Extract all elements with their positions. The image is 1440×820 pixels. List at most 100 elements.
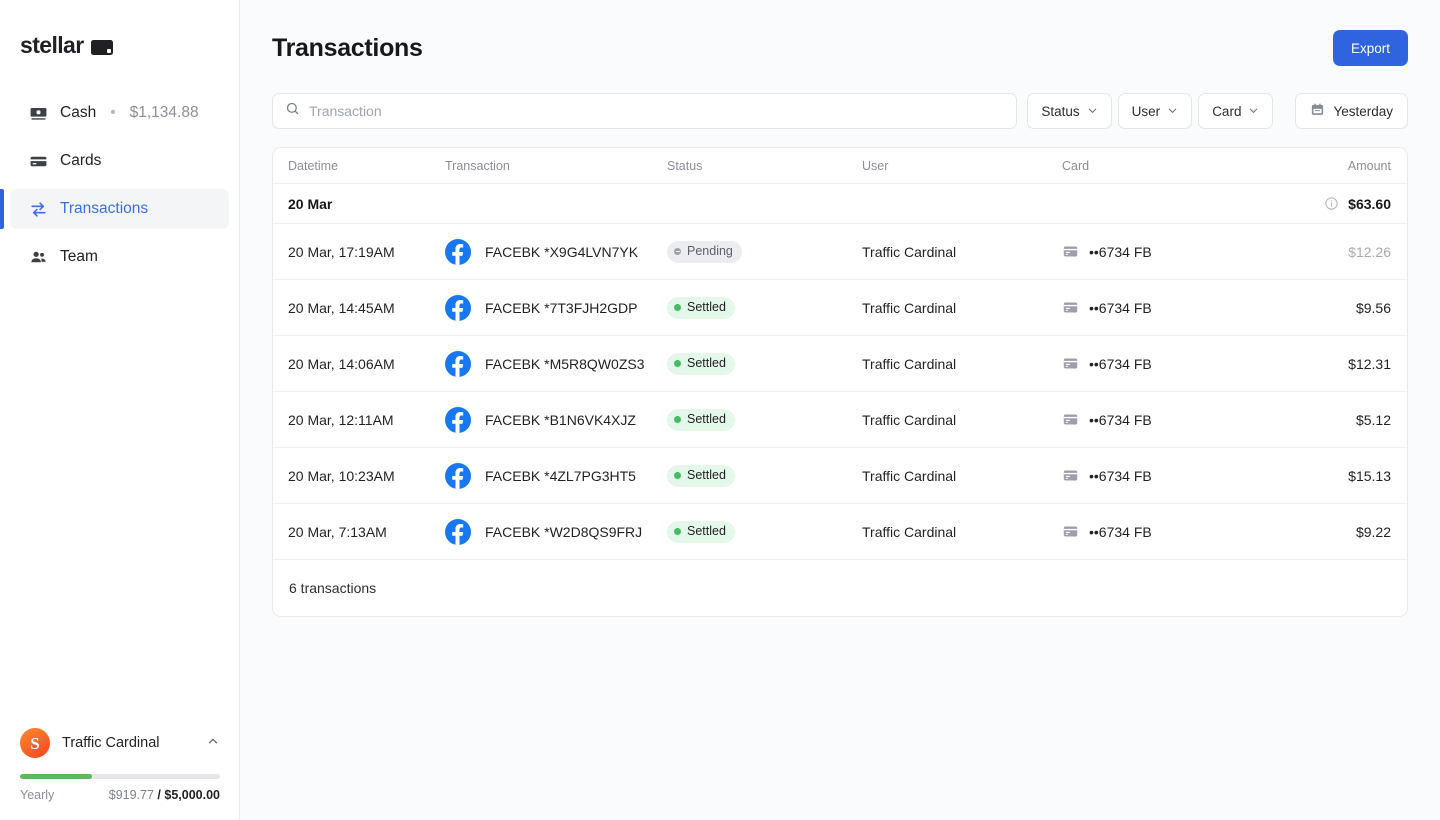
- credit-card-icon: [1062, 523, 1079, 540]
- app-root: stellar Cash • $1,134.88 Cards Transacti…: [0, 0, 1440, 820]
- status-badge: Settled: [667, 520, 735, 543]
- cell-user: Traffic Cardinal: [862, 523, 957, 540]
- search-box[interactable]: [272, 93, 1018, 129]
- sidebar-item-label-cards: Cards: [60, 152, 102, 169]
- filter-status-label: Status: [1041, 103, 1080, 119]
- status-badge: Settled: [667, 352, 735, 375]
- cell-user: Traffic Cardinal: [862, 299, 957, 316]
- date-range-label: Yesterday: [1333, 103, 1393, 119]
- status-label: Settled: [687, 356, 726, 371]
- cell-datetime: 20 Mar, 14:45AM: [288, 299, 395, 316]
- search-icon: [285, 101, 300, 121]
- facebook-icon: [445, 238, 471, 265]
- filter-user-button[interactable]: User: [1117, 93, 1193, 129]
- status-dot-icon: [674, 304, 681, 311]
- filter-user-label: User: [1131, 103, 1161, 119]
- limit-used-value: $919.77: [108, 788, 154, 802]
- card-label: ••6734 FB: [1089, 355, 1152, 372]
- cell-transaction: FACEBK *4ZL7PG3HT5: [433, 462, 667, 489]
- account-panel: S Traffic Cardinal Yearly $919.77 / $5,0…: [0, 728, 240, 820]
- amount-value: $12.26: [1348, 243, 1391, 260]
- status-label: Settled: [687, 300, 726, 315]
- group-date-label: 20 Mar: [288, 195, 333, 212]
- chevron-down-icon: [1087, 104, 1098, 119]
- cell-card: ••6734 FB: [1062, 523, 1277, 540]
- export-button[interactable]: Export: [1332, 30, 1408, 66]
- amount-value: $5.12: [1355, 411, 1391, 428]
- column-header-status: Status: [667, 158, 703, 173]
- status-badge: Pending: [667, 240, 742, 263]
- limit-values: $919.77 / $5,000.00: [109, 788, 220, 802]
- cell-amount: $9.56: [1277, 300, 1407, 316]
- cell-status: Settled: [667, 352, 862, 375]
- card-label: ••6734 FB: [1089, 523, 1152, 540]
- toolbar: Status User Card: [272, 93, 1408, 129]
- amount-value: $9.56: [1355, 299, 1391, 316]
- transaction-name: FACEBK *M5R8QW0ZS3: [485, 355, 645, 372]
- cell-status: Settled: [667, 408, 862, 431]
- sidebar-cash-separator: •: [110, 104, 116, 121]
- info-icon[interactable]: [1324, 196, 1339, 211]
- credit-card-icon: [1062, 411, 1079, 428]
- filter-status-button[interactable]: Status: [1027, 93, 1112, 129]
- status-label: Settled: [687, 524, 726, 539]
- cell-user: Traffic Cardinal: [862, 411, 957, 428]
- search-input[interactable]: [309, 94, 1005, 128]
- limit-progress-bar: [20, 774, 220, 779]
- group-total-cell: $63.60: [1277, 196, 1407, 212]
- calendar-icon: [1310, 102, 1325, 120]
- sidebar-item-transactions[interactable]: Transactions: [0, 189, 229, 229]
- table-header-row: Datetime Transaction Status User Card Am…: [273, 148, 1407, 184]
- cell-amount: $9.22: [1277, 524, 1407, 540]
- facebook-icon: [445, 518, 471, 545]
- table-row[interactable]: 20 Mar, 10:23AM FACEBK *4ZL7PG3HT5 Settled…: [273, 448, 1407, 504]
- transaction-name: FACEBK *W2D8QS9FRJ: [485, 523, 643, 540]
- cell-amount: $12.31: [1277, 356, 1407, 372]
- banknote-icon: [28, 103, 48, 123]
- table-row[interactable]: 20 Mar, 14:06AM FACEBK *M5R8QW0ZS3 Settled…: [273, 336, 1407, 392]
- card-label: ••6734 FB: [1089, 299, 1152, 316]
- amount-value: $15.13: [1348, 467, 1391, 484]
- account-switcher[interactable]: S Traffic Cardinal: [20, 728, 220, 758]
- cell-status: Settled: [667, 296, 862, 319]
- status-dot-icon: [674, 472, 681, 479]
- filter-card-button[interactable]: Card: [1198, 93, 1274, 129]
- card-label: ••6734 FB: [1089, 411, 1152, 428]
- cell-datetime: 20 Mar, 17:19AM: [288, 243, 395, 260]
- filter-group: Status User Card: [1027, 93, 1274, 129]
- table-group-row: 20 Mar $63.60: [273, 184, 1407, 224]
- chevron-up-icon[interactable]: [206, 734, 220, 753]
- table-row[interactable]: 20 Mar, 12:11AM FACEBK *B1N6VK4XJZ Settled…: [273, 392, 1407, 448]
- page-title: Transactions: [272, 33, 423, 62]
- facebook-icon: [445, 462, 471, 489]
- chevron-down-icon: [1248, 104, 1259, 119]
- cell-transaction: FACEBK *W2D8QS9FRJ: [433, 518, 667, 545]
- cell-status: Pending: [667, 240, 862, 263]
- cell-datetime: 20 Mar, 7:13AM: [288, 523, 387, 540]
- amount-value: $12.31: [1348, 355, 1391, 372]
- table-body: 20 Mar, 17:19AM FACEBK *X9G4LVN7YK Pending…: [273, 224, 1407, 560]
- cell-amount: $5.12: [1277, 412, 1407, 428]
- cell-card: ••6734 FB: [1062, 243, 1277, 260]
- cell-user: Traffic Cardinal: [862, 243, 957, 260]
- transaction-name: FACEBK *X9G4LVN7YK: [485, 243, 639, 260]
- facebook-icon: [445, 406, 471, 433]
- date-range-button[interactable]: Yesterday: [1295, 93, 1408, 129]
- sidebar-item-cash[interactable]: Cash • $1,134.88: [10, 93, 229, 133]
- status-badge: Settled: [667, 464, 735, 487]
- cell-datetime: 20 Mar, 12:11AM: [288, 411, 394, 428]
- table-row[interactable]: 20 Mar, 7:13AM FACEBK *W2D8QS9FRJ Settled T…: [273, 504, 1407, 560]
- limit-summary: Yearly $919.77 / $5,000.00: [20, 788, 220, 802]
- app-logo[interactable]: stellar: [0, 0, 239, 59]
- table-row[interactable]: 20 Mar, 17:19AM FACEBK *X9G4LVN7YK Pending…: [273, 224, 1407, 280]
- cell-transaction: FACEBK *B1N6VK4XJZ: [433, 406, 667, 433]
- table-row[interactable]: 20 Mar, 14:45AM FACEBK *7T3FJH2GDP Settled…: [273, 280, 1407, 336]
- cell-transaction: FACEBK *7T3FJH2GDP: [433, 294, 667, 321]
- filter-card-label: Card: [1212, 103, 1242, 119]
- status-badge: Settled: [667, 408, 735, 431]
- column-header-transaction: Transaction: [445, 158, 510, 173]
- credit-card-icon: [1062, 355, 1079, 372]
- sidebar-item-team[interactable]: Team: [10, 237, 229, 277]
- sidebar-item-cards[interactable]: Cards: [10, 141, 229, 181]
- sidebar-item-label-cash: Cash: [60, 104, 97, 121]
